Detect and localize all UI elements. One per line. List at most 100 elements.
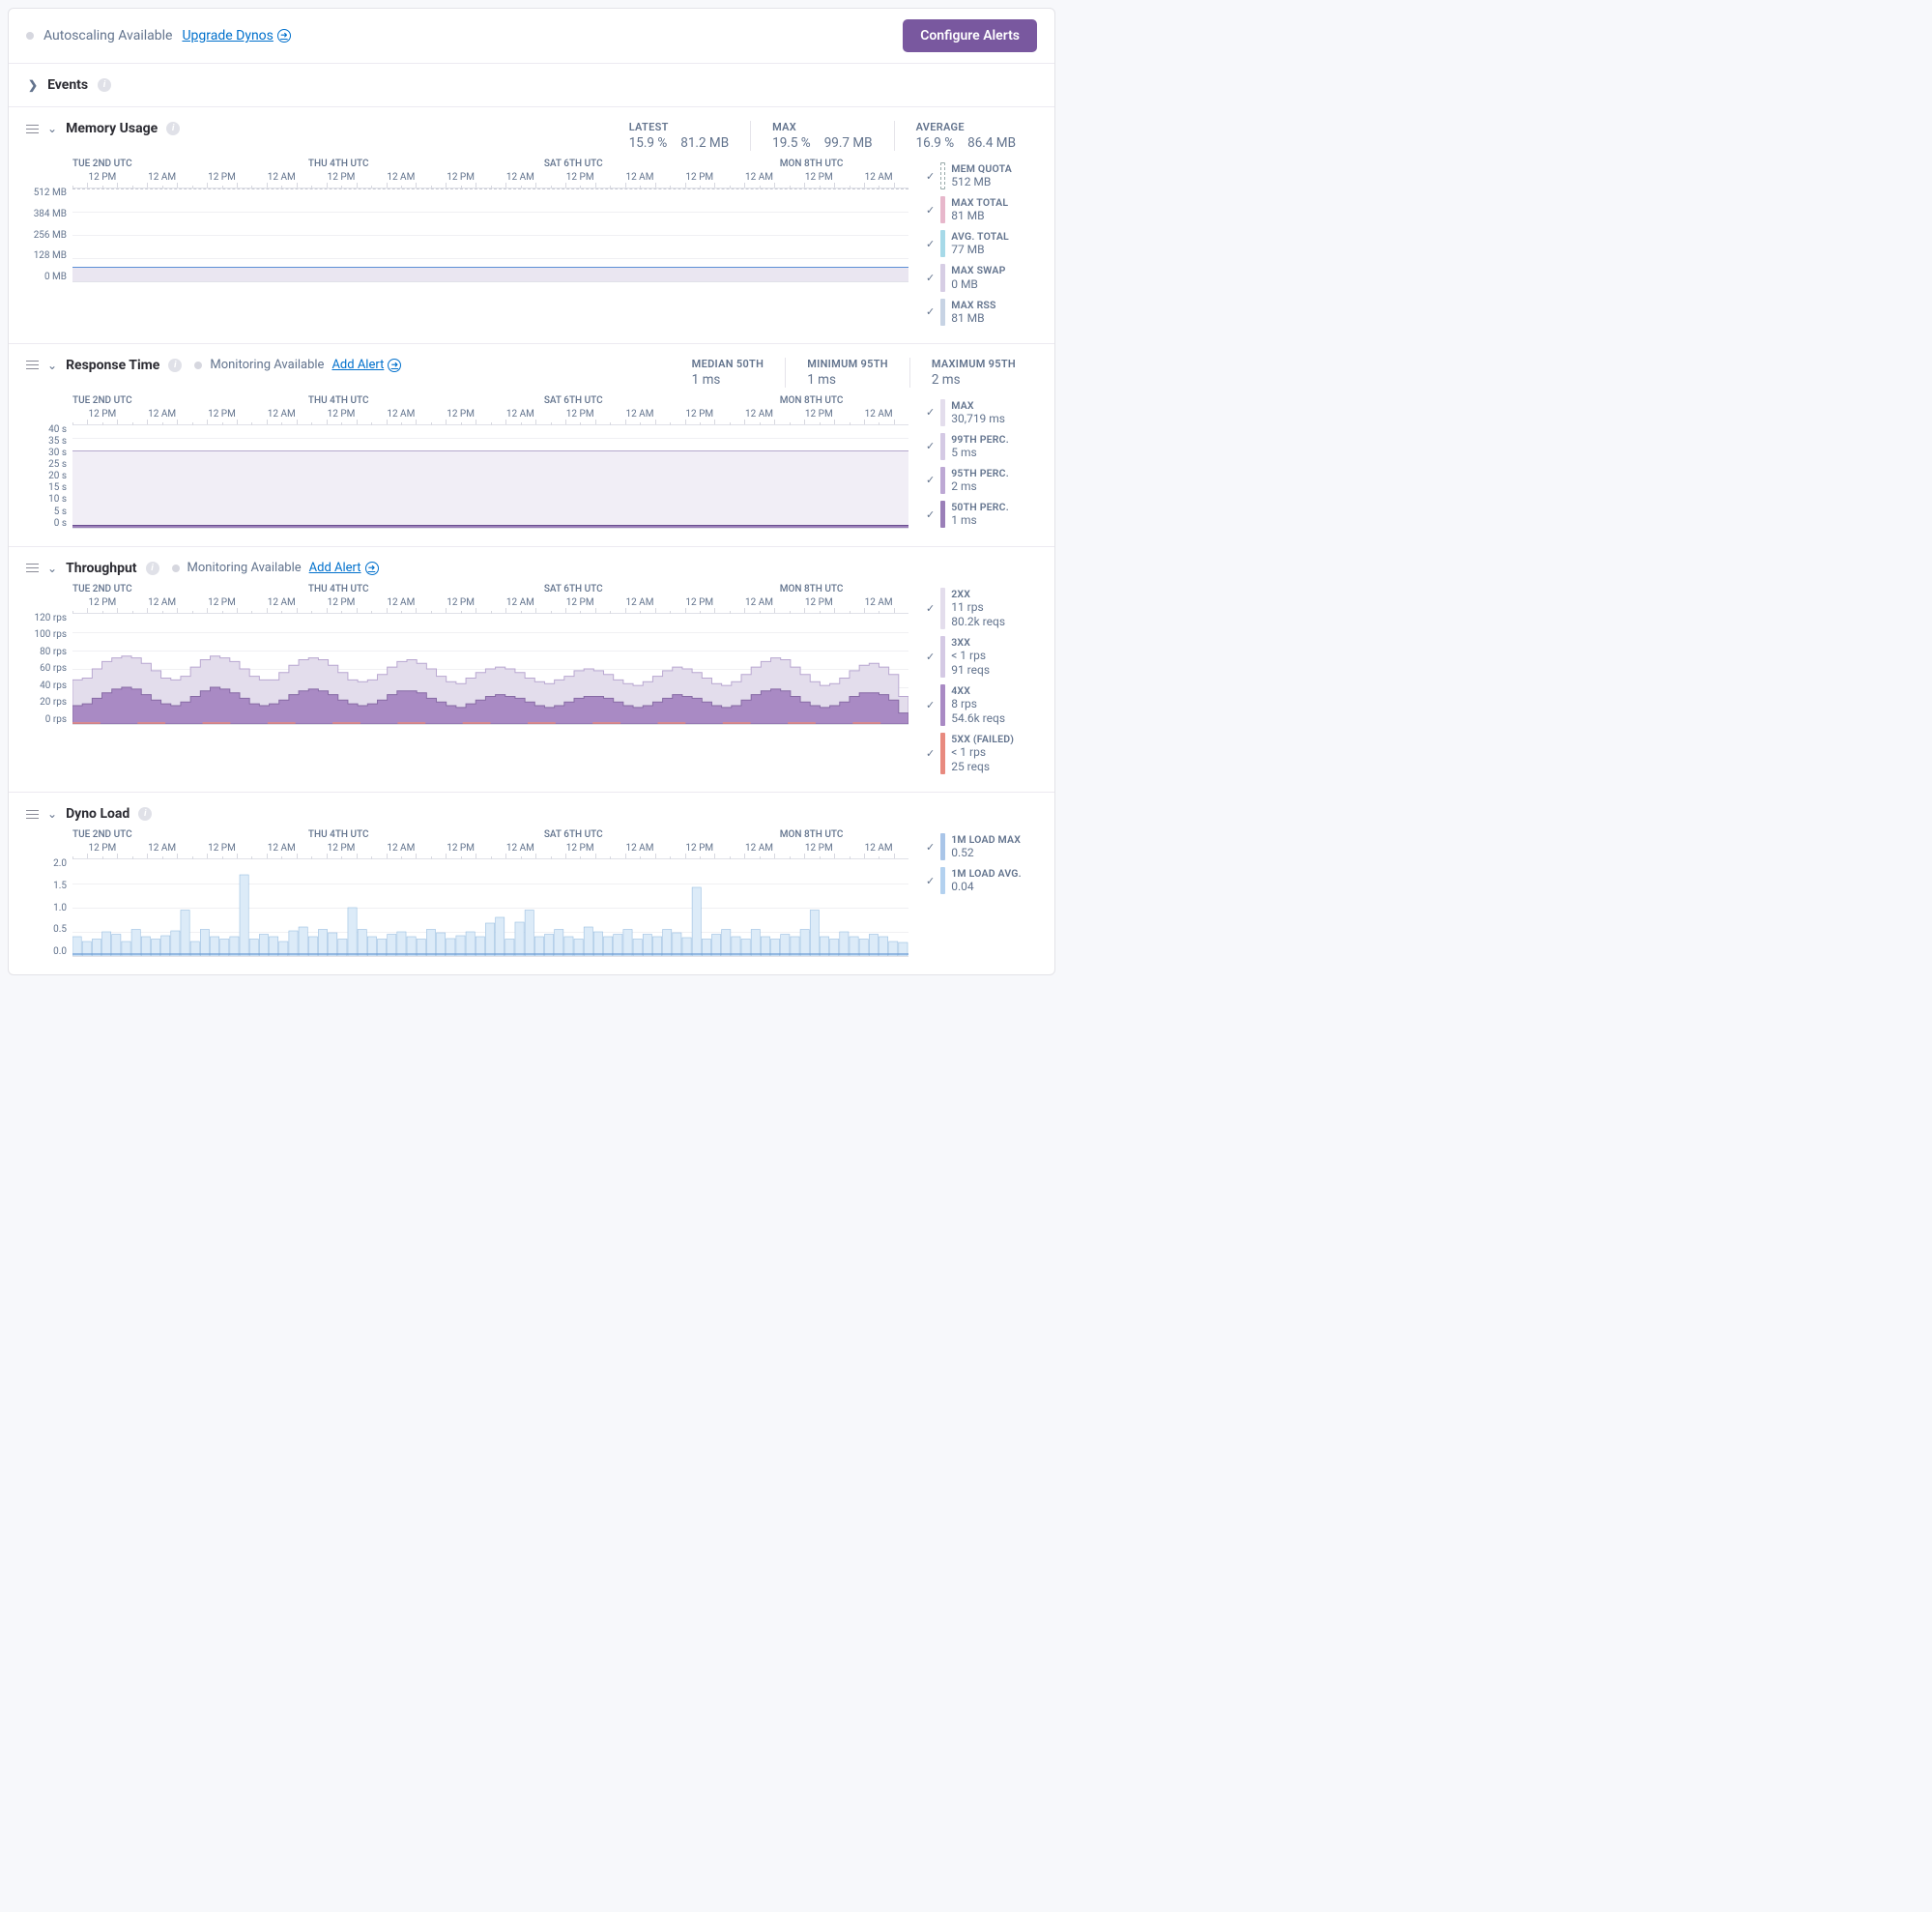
y-label: 40 s bbox=[26, 424, 67, 435]
tick-label: 12 AM bbox=[506, 597, 534, 608]
chevron-down-icon[interactable]: ⌄ bbox=[47, 562, 57, 575]
check-icon: ✓ bbox=[926, 651, 935, 663]
legend-item[interactable]: ✓MEM QUOTA512 MB bbox=[926, 162, 1037, 189]
tick-label: 12 AM bbox=[865, 843, 893, 854]
legend-item[interactable]: ✓ 3XX< 1 rps91 reqs bbox=[926, 636, 1037, 678]
check-icon: ✓ bbox=[926, 508, 935, 521]
tick-label: 12 AM bbox=[865, 597, 893, 608]
drag-handle-icon[interactable] bbox=[26, 359, 39, 371]
legend-item[interactable]: ✓MAX30,719 ms bbox=[926, 399, 1037, 426]
tick-label: 12 PM bbox=[447, 172, 475, 183]
status-dot-icon bbox=[26, 32, 34, 40]
check-icon: ✓ bbox=[926, 238, 935, 250]
legend-item[interactable]: ✓95TH PERC.2 ms bbox=[926, 467, 1037, 494]
drag-handle-icon[interactable] bbox=[26, 123, 39, 135]
y-label: 384 MB bbox=[26, 209, 67, 219]
stat-min95-label: MINIMUM 95TH bbox=[807, 358, 888, 370]
y-label: 25 s bbox=[26, 459, 67, 470]
day-label: THU 4TH UTC bbox=[308, 584, 369, 594]
events-row[interactable]: ❯ Events i bbox=[9, 64, 1054, 107]
stat-avg-label: AVERAGE bbox=[916, 121, 1016, 133]
legend-item[interactable]: ✓1M LOAD MAX0.52 bbox=[926, 833, 1037, 860]
tick-label: 12 AM bbox=[148, 409, 176, 420]
legend-item[interactable]: ✓99TH PERC.5 ms bbox=[926, 433, 1037, 460]
dyno-chart bbox=[72, 858, 908, 957]
stat-latest-label: LATEST bbox=[629, 121, 729, 133]
upgrade-dynos-link[interactable]: Upgrade Dynos ➜ bbox=[182, 28, 290, 43]
chevron-right-icon: ❯ bbox=[28, 78, 38, 92]
add-alert-link[interactable]: Add Alert ➜ bbox=[309, 561, 379, 575]
tick-label: 12 PM bbox=[328, 843, 356, 854]
legend-item[interactable]: ✓MAX SWAP0 MB bbox=[926, 264, 1037, 291]
stat-max95-val: 2 ms bbox=[932, 372, 961, 388]
top-bar: Autoscaling Available Upgrade Dynos ➜ Co… bbox=[9, 9, 1054, 64]
y-label: 60 rps bbox=[26, 663, 67, 674]
y-label: 0.5 bbox=[26, 924, 67, 935]
y-label: 1.5 bbox=[26, 881, 67, 891]
legend-item[interactable]: ✓5XX (FAILED)< 1 rps25 reqs bbox=[926, 733, 1037, 774]
day-label: THU 4TH UTC bbox=[308, 829, 369, 840]
y-label: 1.0 bbox=[26, 903, 67, 913]
stat-avg-pct: 16.9 % bbox=[916, 135, 955, 151]
legend-item[interactable]: ✓50TH PERC.1 ms bbox=[926, 501, 1037, 528]
tick-label: 12 PM bbox=[685, 409, 713, 420]
y-label: 120 rps bbox=[26, 613, 67, 623]
chevron-down-icon[interactable]: ⌄ bbox=[47, 359, 57, 372]
legend-item[interactable]: ✓AVG. TOTAL77 MB bbox=[926, 230, 1037, 257]
tick-label: 12 PM bbox=[89, 597, 117, 608]
legend-text: MEM QUOTA512 MB bbox=[951, 162, 1012, 189]
day-label: MON 8TH UTC bbox=[780, 159, 844, 169]
legend-text: 2XX11 rps80.2k reqs bbox=[951, 588, 1005, 629]
legend-item[interactable]: ✓4XX8 rps54.6k reqs bbox=[926, 684, 1037, 726]
legend-text: 3XX< 1 rps91 reqs bbox=[951, 636, 990, 678]
add-alert-link[interactable]: Add Alert ➜ bbox=[332, 358, 401, 372]
legend-swatch bbox=[940, 299, 945, 326]
legend-swatch bbox=[940, 264, 945, 291]
y-label: 128 MB bbox=[26, 250, 67, 261]
dyno-y-axis: 2.01.51.00.50.0 bbox=[26, 858, 72, 957]
legend-item[interactable]: ✓MAX RSS81 MB bbox=[926, 299, 1037, 326]
y-label: 0 rps bbox=[26, 714, 67, 725]
legend-item[interactable]: ✓1M LOAD AVG.0.04 bbox=[926, 867, 1037, 894]
add-alert-label: Add Alert bbox=[309, 561, 361, 575]
chevron-down-icon[interactable]: ⌄ bbox=[47, 807, 57, 821]
legend-text: 5XX (FAILED)< 1 rps25 reqs bbox=[951, 733, 1014, 774]
stat-min95-val: 1 ms bbox=[807, 372, 836, 388]
check-icon: ✓ bbox=[926, 272, 935, 284]
legend-swatch bbox=[940, 433, 945, 460]
day-label: TUE 2ND UTC bbox=[72, 829, 132, 840]
dyno-legend: ✓1M LOAD MAX0.52 ✓1M LOAD AVG.0.04 bbox=[926, 829, 1037, 957]
drag-handle-icon[interactable] bbox=[26, 808, 39, 821]
y-label: 256 MB bbox=[26, 230, 67, 241]
info-icon[interactable]: i bbox=[138, 807, 152, 821]
y-label: 0 MB bbox=[26, 272, 67, 282]
check-icon: ✓ bbox=[926, 699, 935, 711]
throughput-chart bbox=[72, 613, 908, 725]
tick-label: 12 AM bbox=[268, 843, 296, 854]
tick-label: 12 AM bbox=[387, 843, 415, 854]
drag-handle-icon[interactable] bbox=[26, 562, 39, 574]
tick-label: 12 PM bbox=[566, 409, 594, 420]
day-label: MON 8TH UTC bbox=[780, 584, 844, 594]
configure-alerts-button[interactable]: Configure Alerts bbox=[903, 19, 1037, 52]
info-icon[interactable]: i bbox=[166, 122, 180, 135]
legend-item[interactable]: ✓MAX TOTAL81 MB bbox=[926, 196, 1037, 223]
legend-swatch bbox=[940, 867, 945, 894]
check-icon: ✓ bbox=[926, 305, 935, 318]
tick-label: 12 PM bbox=[208, 409, 236, 420]
info-icon[interactable]: i bbox=[168, 359, 182, 372]
y-label: 20 rps bbox=[26, 697, 67, 708]
tick-label: 12 AM bbox=[506, 409, 534, 420]
info-icon[interactable]: i bbox=[146, 562, 159, 575]
chevron-down-icon[interactable]: ⌄ bbox=[47, 122, 57, 135]
legend-text: 99TH PERC.5 ms bbox=[951, 433, 1009, 460]
tick-label: 12 PM bbox=[328, 409, 356, 420]
response-chart bbox=[72, 424, 908, 529]
legend-item[interactable]: ✓2XX11 rps80.2k reqs bbox=[926, 588, 1037, 629]
monitoring-label: Monitoring Available bbox=[210, 358, 324, 372]
legend-swatch bbox=[940, 733, 945, 774]
tick-label: 12 PM bbox=[566, 597, 594, 608]
check-icon: ✓ bbox=[926, 204, 935, 217]
legend-text: 1M LOAD AVG.0.04 bbox=[951, 867, 1022, 894]
tick-label: 12 AM bbox=[268, 172, 296, 183]
